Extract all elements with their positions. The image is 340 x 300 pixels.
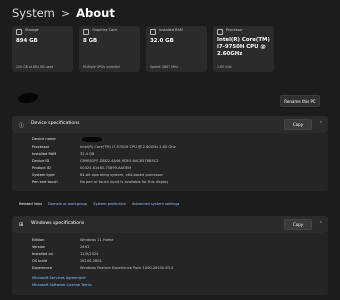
page-title: About [76, 6, 115, 20]
spec-value: 26100.2605 [80, 259, 102, 263]
spec-key: System type [32, 173, 55, 177]
windows-specs-body: Edition Windows 11 Home Version 24H2 Ins… [12, 233, 328, 295]
processor-icon [217, 29, 223, 35]
card-label: Storage [25, 28, 39, 32]
spec-value: CB9B52FF-D8D2-4A06-9DE4-6AC6578B5C2 [80, 159, 159, 163]
spec-key: Device ID [32, 159, 50, 163]
card-sub: 2.60 GHz [217, 65, 232, 69]
spec-key: Processor [32, 145, 50, 149]
card-value: 8 GB [83, 38, 98, 44]
spec-value: 00325-81460-75899-AAOEM [80, 166, 132, 170]
card-label: Graphics Card [92, 28, 117, 32]
windows-specs-header[interactable]: ⊞ Windows specifications Copy ⌃ [12, 216, 328, 233]
spec-value: 64-bit operating system, x64-based proce… [80, 173, 163, 177]
ram-icon [150, 29, 156, 35]
spec-key: Product ID [32, 166, 51, 170]
spec-key: Installed RAM [32, 152, 57, 156]
spec-value: 24H2 [80, 245, 90, 249]
system-protection-link[interactable]: System protection [93, 202, 126, 206]
rename-pc-button[interactable]: Rename this PC [280, 95, 320, 107]
device-specs-header[interactable]: ⓘ Device specifications Copy ⌃ [12, 116, 328, 133]
chevron-right-icon: > [60, 6, 71, 20]
card-sub: Multiple GPUs installed [83, 65, 120, 69]
related-links-label: Related links [19, 202, 43, 206]
spec-key: Experience [32, 266, 53, 270]
card-value: 32.0 GB [150, 38, 174, 44]
spec-value: Windows 11 Home [80, 238, 114, 242]
card-value-line-1: Intel(R) Core(TM) [217, 37, 270, 43]
windows-logo-icon: ⊞ [19, 222, 24, 228]
services-agreement-link[interactable]: Microsoft Services Agreement [32, 276, 86, 280]
card-sub: 209 GB of 894 GB used [16, 65, 54, 69]
storage-card[interactable]: Storage 894 GB 209 GB of 894 GB used [12, 26, 73, 72]
related-links: Related links Domain or workgroup System… [12, 198, 328, 210]
license-terms-link[interactable]: Microsoft Software License Terms [32, 283, 92, 287]
card-value-line-2: i7-9750H CPU @ [217, 44, 266, 50]
card-value-line-3: 2.60GHz [217, 51, 243, 57]
storage-icon [16, 29, 22, 35]
ram-card[interactable]: Installed RAM 32.0 GB Speed: 2667 MHz [146, 26, 207, 72]
breadcrumb-system[interactable]: System [12, 6, 55, 20]
graphics-card-card[interactable]: Graphics Card 8 GB Multiple GPUs install… [79, 26, 140, 72]
domain-workgroup-link[interactable]: Domain or workgroup [48, 202, 87, 206]
advanced-system-settings-link[interactable]: Advanced system settings [132, 202, 179, 206]
spec-key: OS build [32, 259, 48, 263]
hostname-redacted [17, 91, 39, 105]
card-value: 894 GB [16, 38, 38, 44]
copy-windows-specs-button[interactable]: Copy [284, 219, 312, 230]
spec-key: Device name [32, 137, 56, 141]
processor-card[interactable]: Processor Intel(R) Core(TM) i7-9750H CPU… [213, 26, 274, 72]
card-label: Processor [226, 28, 243, 32]
spec-value: 12/9/2024 [80, 252, 99, 256]
spec-value: Intel(R) Core(TM) i7-9750H CPU @ 2.60GHz… [80, 145, 176, 149]
spec-value: Windows Feature Experience Pack 1000.261… [80, 266, 174, 270]
spec-key: Installed on [32, 252, 53, 256]
card-label: Installed RAM [159, 28, 183, 32]
device-specs-body: Device name Processor Intel(R) Core(TM) … [12, 133, 328, 191]
section-title: Device specifications [31, 121, 80, 126]
card-sub: Speed: 2667 MHz [150, 65, 179, 69]
info-icon: ⓘ [19, 123, 25, 129]
spec-value: 32.0 GB [80, 152, 95, 156]
device-name-redacted [82, 137, 102, 142]
spec-key: Edition [32, 238, 45, 242]
breadcrumb: System > About [12, 5, 115, 21]
spec-key: Version [32, 245, 46, 249]
chevron-up-icon[interactable]: ⌃ [319, 121, 323, 127]
chevron-up-icon[interactable]: ⌃ [319, 221, 323, 227]
graphics-card-icon [83, 29, 89, 35]
copy-device-specs-button[interactable]: Copy [284, 119, 312, 130]
spec-key: Pen and touch [32, 180, 58, 184]
spec-value: No pen or touch input is available for t… [80, 180, 169, 184]
section-title: Windows specifications [31, 221, 85, 226]
